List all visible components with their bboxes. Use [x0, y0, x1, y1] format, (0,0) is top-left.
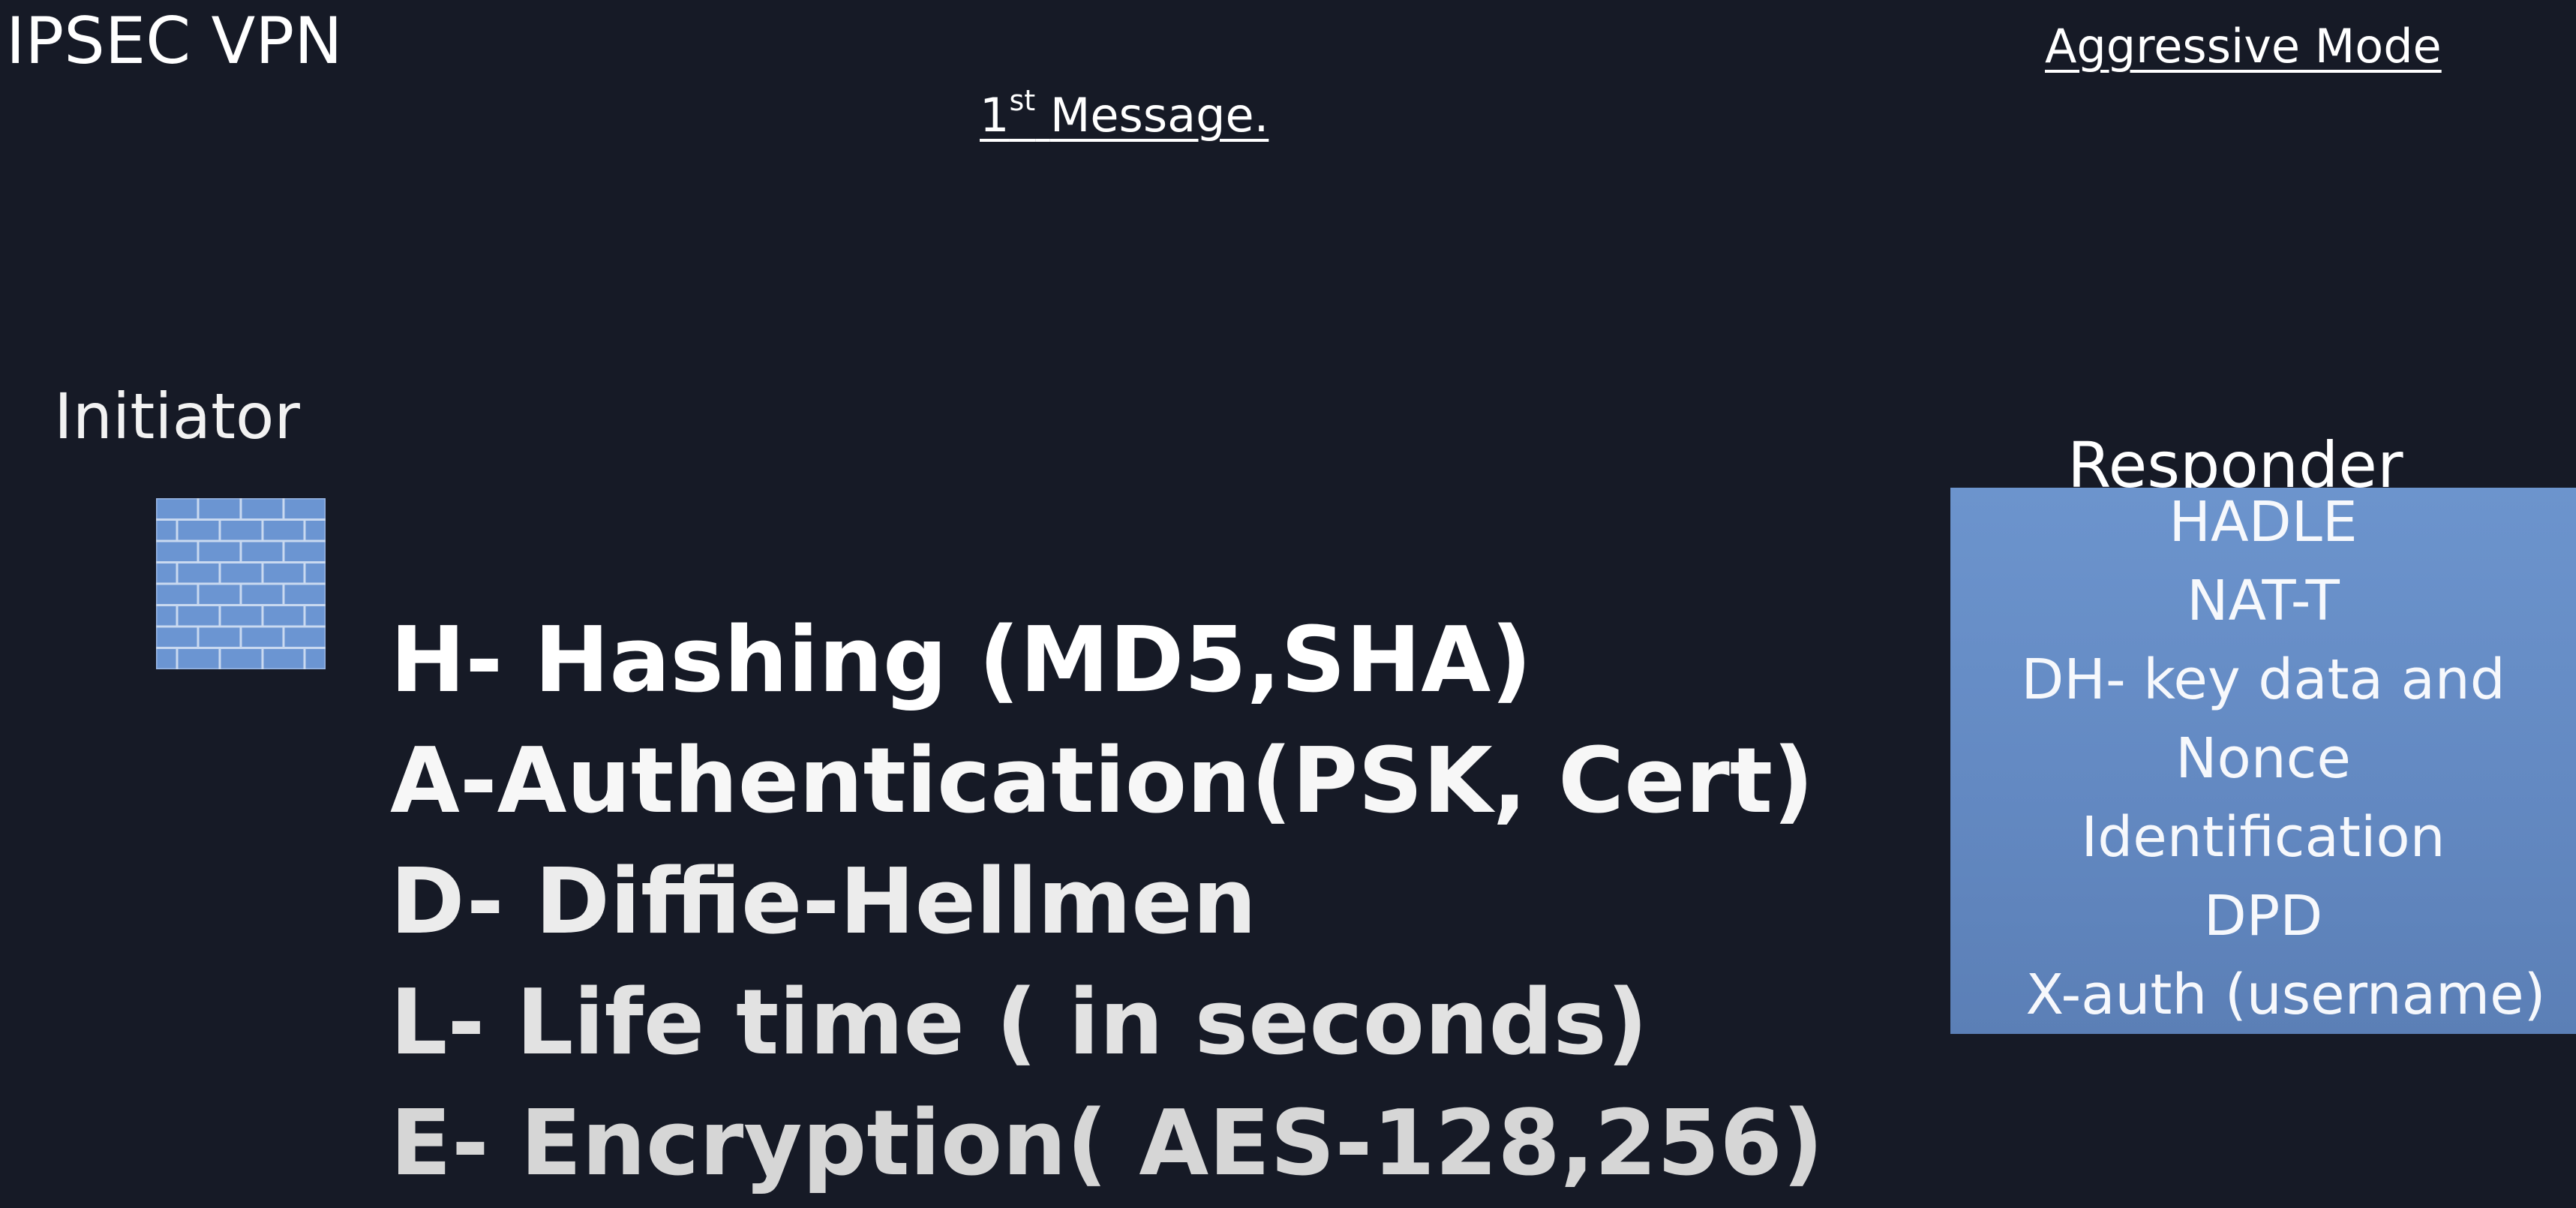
mode-heading: Aggressive Mode [2045, 19, 2442, 74]
firewall-icon [156, 498, 326, 669]
hadle-item-diffie-hellman: D- Diffie-Hellmen [390, 850, 1257, 954]
responder-item-nonce: Nonce [2175, 726, 2351, 791]
message-superscript: st [1009, 84, 1036, 117]
initiator-label: Initiator [54, 380, 300, 453]
message-number: 1 [980, 88, 1010, 143]
slide-title: IPSEC VPN [6, 4, 343, 79]
slide: IPSEC VPN Aggressive Mode 1st Message. I… [0, 0, 2576, 1208]
responder-box: HADLE NAT-T DH- key data and Nonce Ident… [1950, 488, 2576, 1034]
message-heading: 1st Message. [980, 84, 1268, 147]
message-label: Message. [1049, 88, 1269, 143]
responder-item-nat-t: NAT-T [2187, 569, 2340, 633]
hadle-list: H- Hashing (MD5,SHA) A-Authentication(PS… [390, 600, 1824, 1204]
responder-item-hadle: HADLE [2169, 490, 2358, 554]
responder-list: HADLE NAT-T DH- key data and Nonce Ident… [1950, 488, 2576, 1034]
responder-item-identification: Identification [2081, 805, 2445, 870]
responder-item-dpd: DPD [2203, 884, 2323, 948]
hadle-item-hashing: H- Hashing (MD5,SHA) [390, 609, 1533, 713]
responder-item-dh-key-data: DH- key data and [2021, 648, 2505, 712]
hadle-item-authentication: A-Authentication(PSK, Cert) [390, 729, 1814, 834]
hadle-item-encryption: E- Encryption( AES-128,256) [390, 1092, 1824, 1196]
hadle-item-lifetime: L- Life time ( in seconds) [390, 971, 1648, 1075]
responder-item-x-auth: X-auth (username) [2025, 963, 2546, 1027]
